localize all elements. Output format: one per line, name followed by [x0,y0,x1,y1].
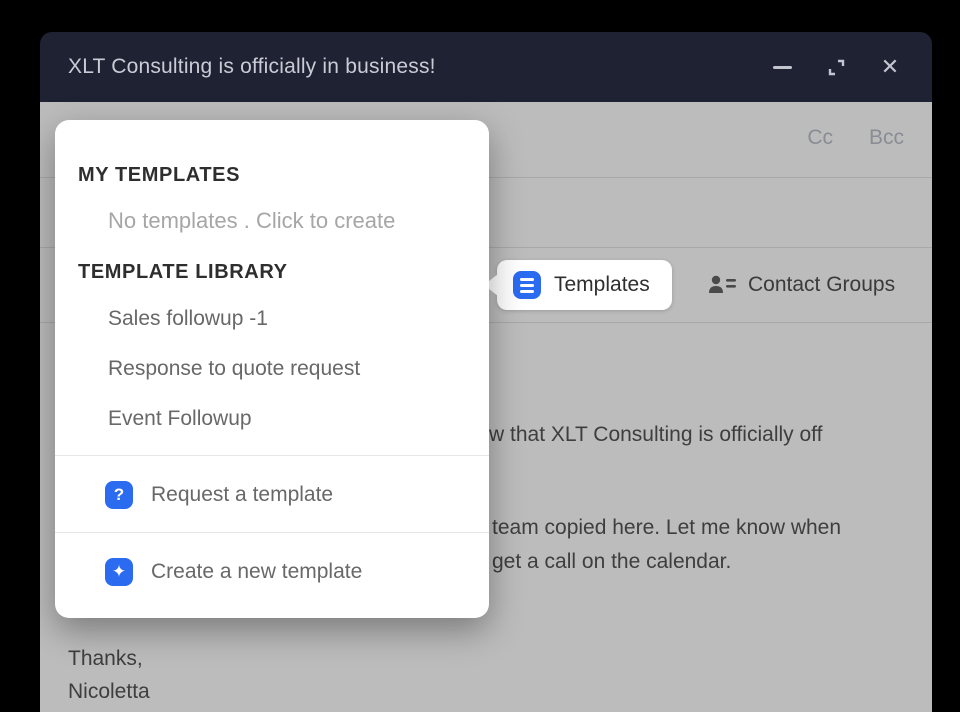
minimize-button[interactable] [770,55,794,79]
close-icon: ✕ [881,56,899,78]
recipient-options: Cc Bcc [807,126,904,150]
popup-divider [55,532,489,533]
contact-groups-button[interactable]: Contact Groups [708,260,895,310]
window-controls: ✕ [770,55,902,79]
expand-icon [826,57,847,78]
contact-groups-label: Contact Groups [748,273,895,297]
email-signature-line: Thanks, [68,647,143,671]
no-templates-create-link[interactable]: No templates . Click to create [108,208,395,234]
email-signature-line: Nicoletta [68,680,150,704]
library-item-event-followup[interactable]: Event Followup [108,407,252,431]
library-item-response-quote[interactable]: Response to quote request [108,357,360,381]
create-template-label: Create a new template [151,560,362,584]
email-body-line: w that XLT Consulting is officially off [489,423,822,447]
popup-divider [55,455,489,456]
sparkle-plus-icon: ✦ [105,558,133,586]
create-template-button[interactable]: ✦ Create a new template [105,550,469,594]
library-item-sales-followup[interactable]: Sales followup -1 [108,307,268,331]
question-icon: ? [105,481,133,509]
expand-button[interactable] [824,55,848,79]
compose-titlebar: XLT Consulting is officially in business… [40,32,932,102]
templates-button[interactable]: Templates [497,260,672,310]
cc-button[interactable]: Cc [807,126,833,150]
template-library-heading: TEMPLATE LIBRARY [78,261,288,284]
compose-subject-title: XLT Consulting is officially in business… [68,55,436,79]
templates-doc-icon [513,271,541,299]
templates-button-label: Templates [554,273,650,297]
contact-groups-icon [708,273,738,297]
my-templates-heading: MY TEMPLATES [78,164,240,187]
email-body-line: team copied here. Let me know when [492,516,841,540]
templates-popup: MY TEMPLATES No templates . Click to cre… [55,120,489,618]
email-body-line: get a call on the calendar. [492,550,731,574]
request-template-button[interactable]: ? Request a template [105,473,469,517]
bcc-button[interactable]: Bcc [869,126,904,150]
request-template-label: Request a template [151,483,333,507]
close-button[interactable]: ✕ [878,55,902,79]
minimize-icon [773,66,792,69]
